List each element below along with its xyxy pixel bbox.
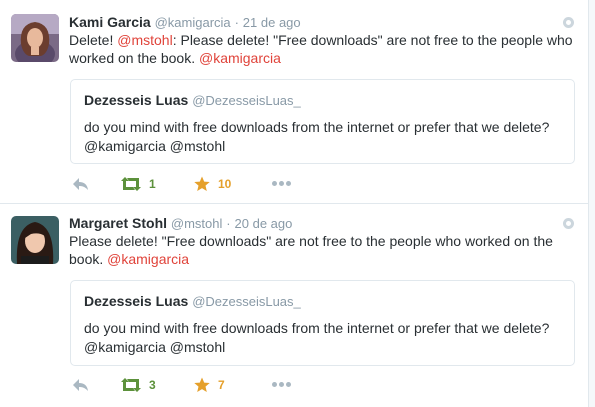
- user-name[interactable]: Kami Garcia: [69, 14, 151, 30]
- reply-button[interactable]: [72, 176, 89, 192]
- more-button[interactable]: [272, 377, 291, 393]
- user-handle[interactable]: @kamigarcia: [155, 15, 231, 30]
- text-segment: Delete!: [69, 32, 118, 48]
- star-icon: [194, 377, 210, 392]
- favorite-count: 10: [218, 177, 232, 191]
- gear-icon[interactable]: [563, 17, 574, 28]
- timestamp[interactable]: 21 de ago: [243, 15, 301, 30]
- tweet-text: Please delete! "Free downloads" are not …: [69, 232, 574, 268]
- quoted-text: do you mind with free downloads from the…: [84, 320, 550, 355]
- tweet-text: Delete! @mstohl: Please delete! "Free do…: [69, 31, 574, 67]
- favorite-button[interactable]: 10: [194, 176, 231, 192]
- page-background-strip: [588, 0, 595, 407]
- retweet-button[interactable]: 1: [121, 176, 156, 192]
- star-icon: [194, 176, 210, 191]
- user-name[interactable]: Margaret Stohl: [69, 215, 167, 231]
- timeline: Kami Garcia @kamigarcia · 21 de ago Dele…: [0, 0, 588, 407]
- more-button[interactable]: [272, 176, 291, 192]
- avatar[interactable]: [11, 14, 59, 62]
- reply-button[interactable]: [72, 377, 89, 393]
- quoted-text: do you mind with free downloads from the…: [84, 119, 550, 154]
- tweet[interactable]: Margaret Stohl @mstohl · 20 de ago Pleas…: [0, 204, 588, 407]
- favorite-button[interactable]: 7: [194, 377, 225, 393]
- retweet-count: 3: [149, 378, 156, 392]
- mention-link[interactable]: @kamigarcia: [199, 50, 281, 66]
- retweet-count: 1: [149, 177, 156, 191]
- reply-icon: [73, 379, 88, 391]
- avatar[interactable]: [11, 216, 59, 264]
- separator: ·: [234, 15, 239, 30]
- reply-icon: [73, 178, 88, 190]
- mention-link[interactable]: @kamigarcia: [107, 251, 189, 267]
- quoted-user-handle: @DezesseisLuas_: [192, 294, 301, 309]
- quoted-tweet[interactable]: Dezesseis Luas @DezesseisLuas_ do you mi…: [70, 79, 575, 164]
- mention-link[interactable]: @mstohl: [117, 32, 172, 48]
- retweet-icon: [121, 177, 141, 191]
- user-handle[interactable]: @mstohl: [171, 216, 223, 231]
- gear-icon[interactable]: [563, 218, 574, 229]
- retweet-icon: [121, 378, 141, 392]
- more-icon: [272, 382, 291, 388]
- separator: ·: [226, 216, 231, 231]
- quoted-tweet[interactable]: Dezesseis Luas @DezesseisLuas_ do you mi…: [70, 280, 575, 366]
- retweet-button[interactable]: 3: [121, 377, 156, 393]
- more-icon: [272, 181, 291, 187]
- tweet[interactable]: Kami Garcia @kamigarcia · 21 de ago Dele…: [0, 0, 588, 204]
- favorite-count: 7: [218, 378, 225, 392]
- quoted-user-name: Dezesseis Luas: [84, 92, 189, 108]
- quoted-user-handle: @DezesseisLuas_: [192, 93, 301, 108]
- quoted-user-name: Dezesseis Luas: [84, 293, 189, 309]
- timestamp[interactable]: 20 de ago: [235, 216, 293, 231]
